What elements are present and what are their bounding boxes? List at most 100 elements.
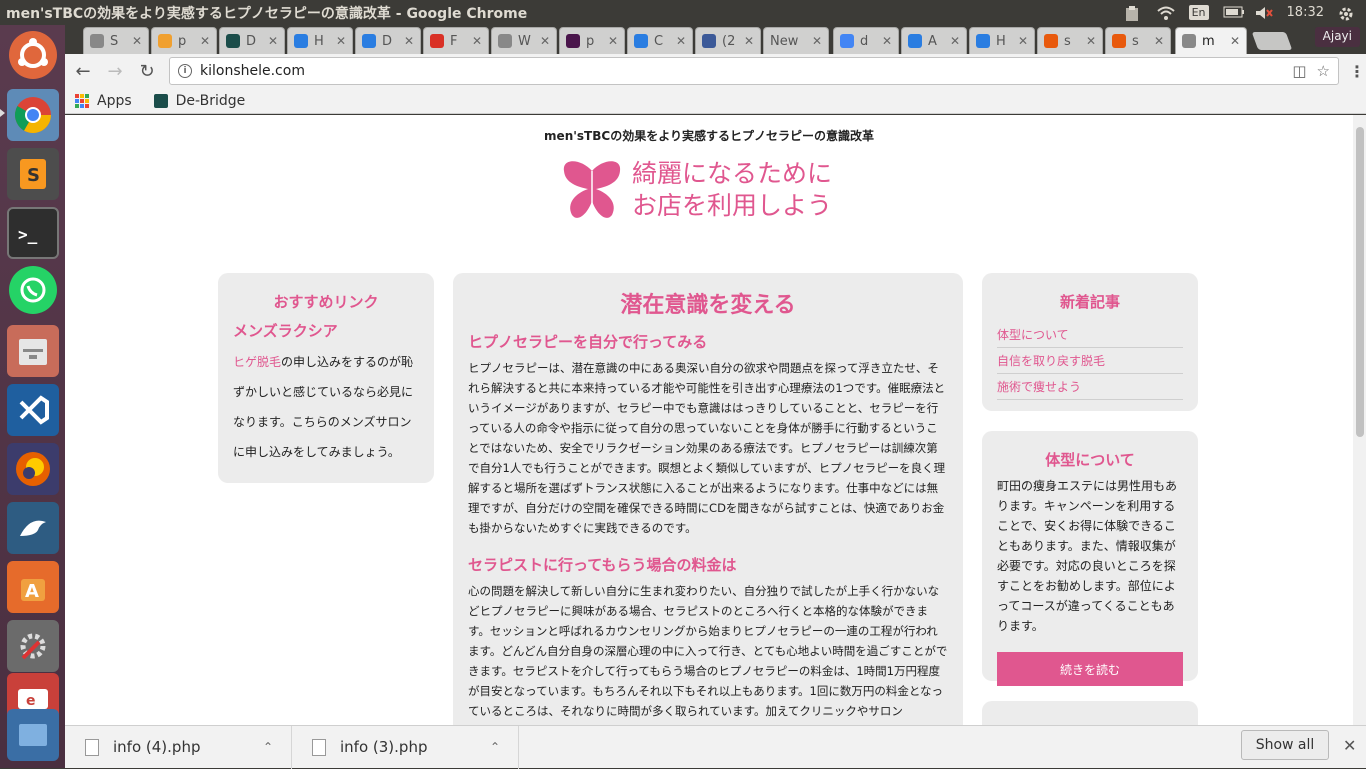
logo-text: 綺麗になるために お店を利用しよう	[632, 158, 832, 222]
close-icon[interactable]: ✕	[1343, 736, 1356, 755]
tab-close-icon[interactable]: ✕	[1018, 34, 1028, 48]
tab-close-icon[interactable]: ✕	[812, 34, 822, 48]
news-link-slim-treatment[interactable]: 施術で痩せよう	[997, 374, 1183, 400]
chevron-up-icon[interactable]: ⌃	[263, 740, 273, 754]
doc-icon	[498, 34, 512, 48]
tab-close-icon[interactable]: ✕	[200, 34, 210, 48]
bookmark-debridge[interactable]: De-Bridge	[153, 92, 246, 109]
recommended-text: ヒゲ脱毛の申し込みをするのが恥ずかしいと感じているなら必見になります。こちらのメ…	[233, 347, 419, 467]
new-tab-button[interactable]	[1251, 32, 1293, 50]
tab[interactable]: s ✕	[1105, 27, 1171, 54]
read-more-button[interactable]: 続きを読む	[997, 652, 1183, 686]
pma-icon	[158, 34, 172, 48]
tab[interactable]: d ✕	[833, 27, 899, 54]
section-2-text: 心の問題を解決して新しい自分に生まれ変わりたい、自分独りで試したが上手く行かない…	[468, 584, 948, 718]
chevron-up-icon[interactable]: ⌃	[490, 740, 500, 754]
tab-label: A	[928, 33, 937, 49]
tab-label: s	[1132, 33, 1139, 49]
sublime-text-icon[interactable]: S	[7, 148, 59, 200]
tab[interactable]: W ✕	[491, 27, 557, 54]
news-link-confidence-hair-removal[interactable]: 自信を取り戻す脱毛	[997, 348, 1183, 374]
star-bookmark-icon[interactable]: ☆	[1317, 62, 1330, 80]
whatsapp-icon[interactable]	[9, 266, 57, 314]
chrome-icon[interactable]	[7, 89, 59, 141]
tab[interactable]: s ✕	[1037, 27, 1103, 54]
show-all-downloads-button[interactable]: Show all	[1241, 730, 1329, 760]
tab-close-icon[interactable]: ✕	[676, 34, 686, 48]
tab[interactable]: A ✕	[901, 27, 967, 54]
tab-label: H	[314, 33, 324, 49]
tab-close-icon[interactable]: ✕	[404, 34, 414, 48]
ubuntu-dash-icon[interactable]	[9, 31, 57, 79]
tab-close-icon[interactable]: ✕	[336, 34, 346, 48]
tab-close-icon[interactable]: ✕	[1154, 34, 1164, 48]
bookmark-debridge-label: De-Bridge	[175, 92, 246, 109]
bookmark-apps[interactable]: Apps	[75, 93, 132, 109]
tab[interactable]: D ✕	[219, 27, 285, 54]
apps-grid-icon	[75, 93, 89, 108]
stacked-apps-icon[interactable]	[7, 709, 59, 761]
tab-close-icon[interactable]: ✕	[608, 34, 618, 48]
tab-close-icon[interactable]: ✕	[540, 34, 550, 48]
page-scrollbar[interactable]	[1353, 115, 1366, 725]
site-header-title: men'sTBCの効果をより実感するヒプノセラピーの意識改革	[544, 129, 874, 143]
forward-button[interactable]: →	[101, 57, 129, 85]
butterfly-icon	[563, 161, 621, 218]
wifi-icon[interactable]	[1156, 6, 1175, 20]
news-link-body-type[interactable]: 体型について	[997, 322, 1183, 348]
tab-close-icon[interactable]: ✕	[882, 34, 892, 48]
tab-close-icon[interactable]: ✕	[744, 34, 754, 48]
address-bar[interactable]: i kilonshele.com ◫ ☆	[169, 57, 1339, 85]
download-item[interactable]: info (4).php ⌃	[65, 725, 292, 769]
tab[interactable]: New ✕	[763, 27, 829, 54]
download-filename: info (3).php	[340, 738, 428, 756]
tab[interactable]: D ✕	[355, 27, 421, 54]
body-type-text: 町田の痩身エステには男性用もあります。キャンペーンを利用することで、安くお得に体…	[997, 479, 1178, 633]
tab[interactable]: m ✕	[1175, 27, 1247, 54]
tab-close-icon[interactable]: ✕	[950, 34, 960, 48]
vscode-icon[interactable]	[7, 384, 59, 436]
keyboard-language[interactable]: En	[1188, 5, 1209, 20]
tab[interactable]: F ✕	[423, 27, 489, 54]
system-settings-icon[interactable]	[7, 620, 59, 672]
launcher-running-indicator	[0, 109, 5, 117]
volume-muted-icon[interactable]	[1255, 6, 1273, 20]
tab-close-icon[interactable]: ✕	[472, 34, 482, 48]
firefox-icon[interactable]	[7, 443, 59, 495]
url-text[interactable]: kilonshele.com	[200, 63, 1282, 79]
tab[interactable]: S ✕	[83, 27, 149, 54]
clipboard-icon[interactable]	[1125, 5, 1143, 21]
doc-icon	[90, 34, 104, 48]
tab-close-icon[interactable]: ✕	[132, 34, 142, 48]
profile-button[interactable]: Ajayi	[1314, 27, 1360, 47]
tab[interactable]: p ✕	[559, 27, 625, 54]
chrome-menu-button[interactable]: ⋮	[1349, 62, 1365, 81]
software-center-icon[interactable]: A	[7, 561, 59, 613]
download-item[interactable]: info (3).php ⌃	[292, 725, 519, 769]
file-manager-icon[interactable]	[7, 325, 59, 377]
terminal-icon[interactable]: >_	[7, 207, 59, 259]
tab[interactable]: H ✕	[969, 27, 1035, 54]
clock[interactable]: 18:32	[1287, 5, 1324, 20]
site-info-icon[interactable]: i	[178, 64, 192, 78]
site-logo[interactable]: 綺麗になるために お店を利用しよう	[560, 155, 860, 225]
mysql-workbench-icon[interactable]	[7, 502, 59, 554]
tab[interactable]: (2 ✕	[695, 27, 761, 54]
reload-icon: ↻	[139, 60, 155, 82]
tab-label: S	[110, 33, 119, 49]
tab[interactable]: C ✕	[627, 27, 693, 54]
tab-close-icon[interactable]: ✕	[1086, 34, 1096, 48]
reload-button[interactable]: ↻	[133, 57, 161, 85]
beard-removal-link[interactable]: ヒゲ脱毛	[233, 355, 281, 369]
tab[interactable]: p ✕	[151, 27, 217, 54]
settings-gear-icon[interactable]	[1338, 6, 1356, 20]
scrollbar-thumb[interactable]	[1356, 127, 1364, 437]
translate-icon[interactable]: ◫	[1292, 62, 1306, 80]
main-article: 潜在意識を変える ヒプノセラピーを自分で行ってみる ヒプノセラピーは、潜在意識の…	[453, 273, 963, 725]
back-button[interactable]: ←	[69, 57, 97, 85]
tab-close-icon[interactable]: ✕	[1230, 34, 1240, 48]
tab-close-icon[interactable]: ✕	[268, 34, 278, 48]
loop-icon	[294, 34, 308, 48]
tab[interactable]: H ✕	[287, 27, 353, 54]
battery-icon[interactable]	[1223, 6, 1244, 20]
